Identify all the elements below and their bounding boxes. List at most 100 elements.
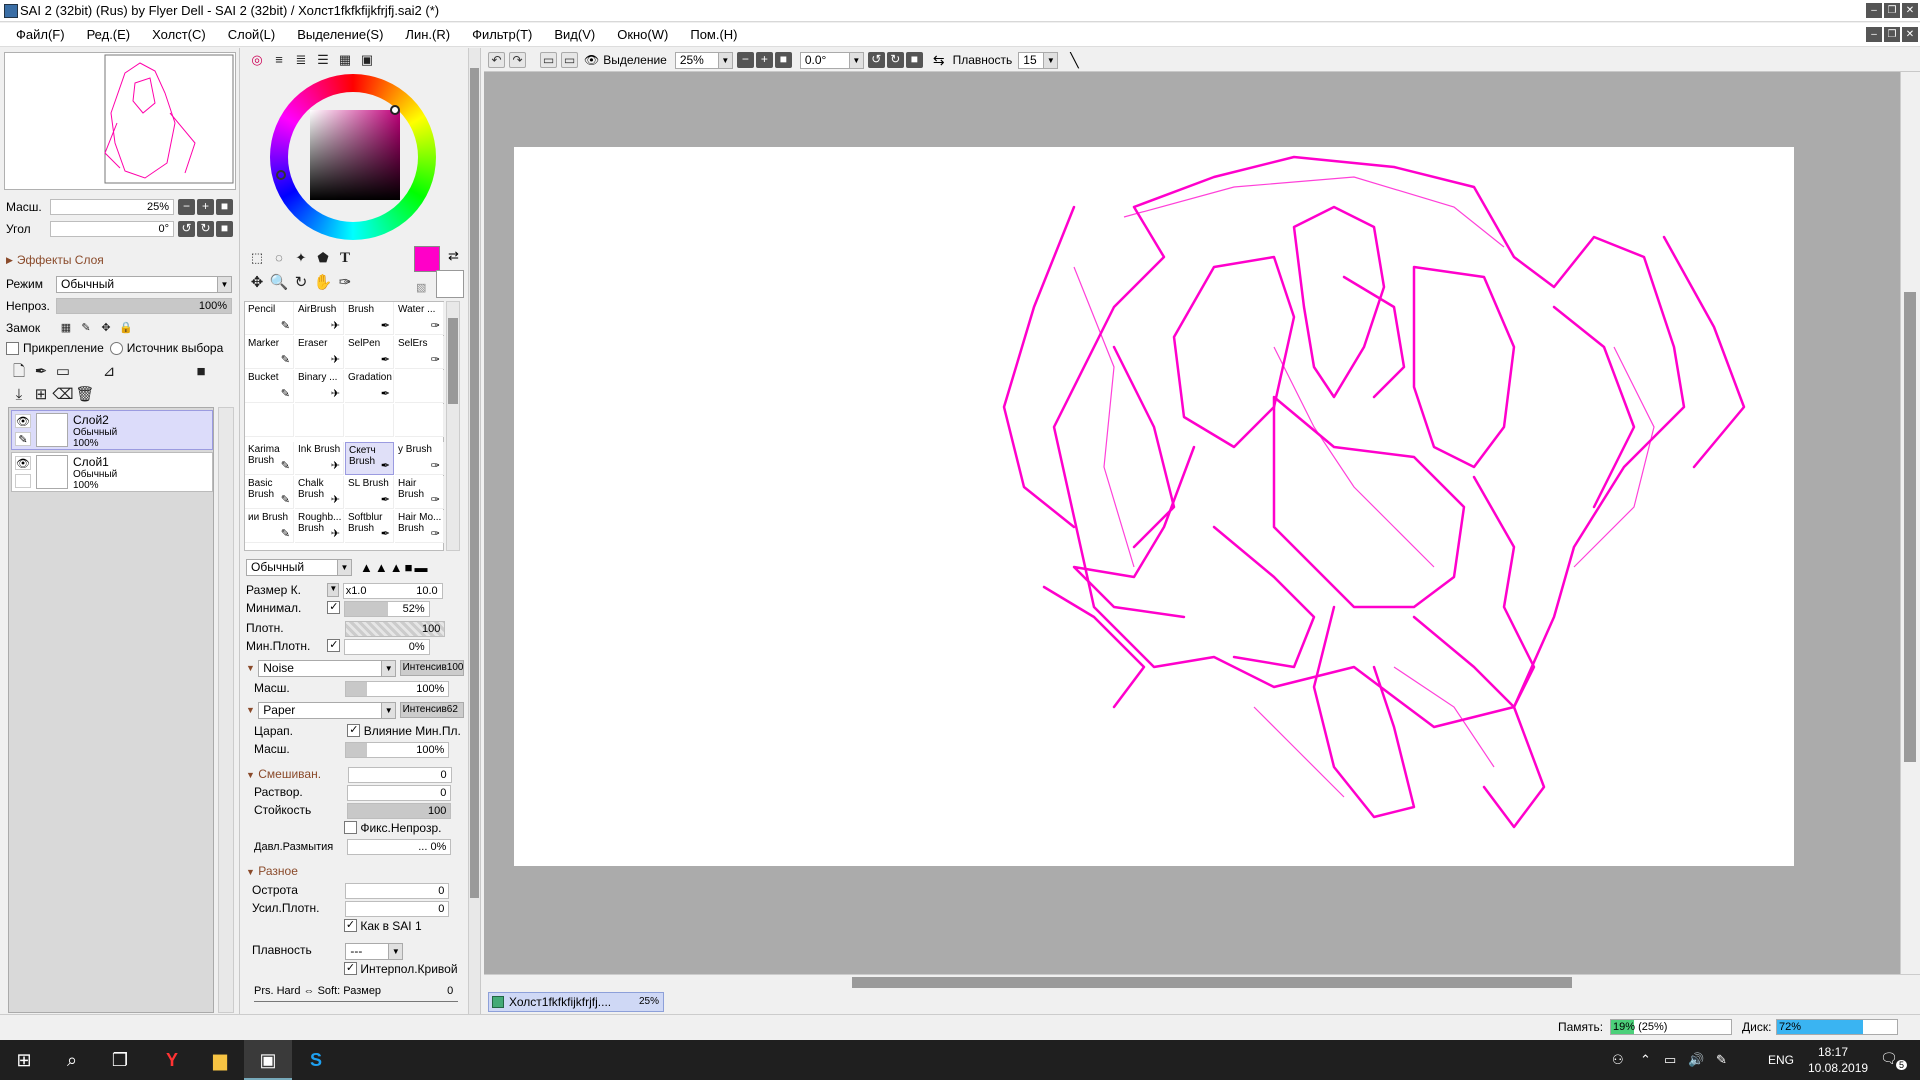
mask-icon[interactable]: ■ [190, 361, 212, 383]
clock-time[interactable]: 18:17 [1818, 1045, 1848, 1059]
tool-panel-scrollbar[interactable] [468, 48, 480, 1014]
brush-grid-scrollbar[interactable] [446, 301, 460, 551]
layer-row[interactable]: 👁 Слой1 Обычный 100% [11, 452, 213, 492]
shape-icon[interactable]: ⬟ [312, 247, 334, 269]
menu-ruler[interactable]: Лин.(R) [405, 27, 450, 42]
sai-app-icon[interactable]: ▣ [244, 1040, 292, 1080]
palette-tab-icon[interactable]: ☰ [312, 49, 334, 71]
ruler-layer-icon[interactable]: ⊿ [98, 361, 120, 383]
minimize-icon[interactable]: – [1866, 3, 1882, 18]
task-view-icon[interactable]: ❐ [96, 1040, 144, 1080]
clock-date[interactable]: 10.08.2019 [1808, 1061, 1868, 1075]
brush-slot[interactable]: Gradation ✒ [345, 370, 394, 403]
rect-select-icon[interactable]: ⬚ [246, 247, 268, 269]
eye-icon[interactable]: 👁 [15, 414, 31, 428]
min-size-slider[interactable]: 52% [343, 601, 430, 617]
brush-size-slider[interactable]: x1.0 10.0 [342, 583, 443, 599]
collapse-triangle-icon[interactable]: ▼ [246, 705, 255, 715]
menu-window[interactable]: Окно(W) [617, 27, 668, 42]
brush-slot[interactable]: Chalk Brush ✈ [295, 476, 344, 509]
undo-icon[interactable]: ↶ [488, 52, 505, 68]
flip-horizontal-icon[interactable]: ⇆ [933, 52, 945, 69]
lock-move-icon[interactable]: ✥ [96, 317, 116, 339]
paper-scale-slider[interactable]: 100% [345, 742, 450, 758]
brush-slot[interactable]: Скетч Brush ✒ [345, 442, 394, 475]
brush-slot[interactable]: Ink Brush ✈ [295, 442, 344, 475]
zoom-tool-icon[interactable]: 🔍 [268, 272, 290, 294]
density-boost-slider[interactable]: 0 [345, 901, 450, 917]
new-folder-icon[interactable]: ▭ [52, 361, 74, 383]
zoom-reset-button[interactable]: ■ [774, 52, 792, 68]
new-layer-icon[interactable]: 🗋 [8, 361, 30, 383]
stabilizer-select[interactable]: 15 ▼ [1018, 51, 1059, 69]
eyedropper-icon[interactable]: ✑ [334, 272, 356, 294]
rotate-right-button[interactable]: ↻ [886, 52, 904, 68]
rgb-slider-tab-icon[interactable]: ≡ [268, 49, 290, 71]
noise-scale-slider[interactable]: 100% [345, 681, 450, 697]
yandex-browser-icon[interactable]: Y [148, 1040, 196, 1080]
lock-all-icon[interactable]: 🔒 [116, 317, 136, 339]
chevron-down-icon[interactable]: ▼ [327, 583, 340, 597]
brush-slot[interactable]: Marker ✎ [245, 336, 294, 369]
brush-slot[interactable]: SelErs ✑ [395, 336, 444, 369]
brush-slot[interactable]: Pencil ✎ [245, 302, 294, 335]
eye-icon[interactable]: 👁 [584, 53, 599, 67]
text-tool-icon[interactable]: T [334, 247, 356, 269]
menu-edit[interactable]: Ред.(E) [87, 27, 131, 42]
lock-paint-icon[interactable]: ✎ [76, 317, 96, 339]
pen-tray-icon[interactable]: ✎ [1716, 1052, 1727, 1068]
rotate-left-button[interactable]: ↺ [178, 221, 195, 237]
brush-slot[interactable]: Bucket ✎ [245, 370, 294, 403]
brush-slot[interactable]: Hair Brush ✑ [395, 476, 444, 509]
min-density-slider[interactable]: 0% [343, 639, 430, 655]
primary-color-swatch[interactable] [414, 246, 440, 272]
noise-intensity-field[interactable]: Интенсив100 [399, 660, 464, 676]
eye-icon[interactable]: 👁 [15, 456, 31, 470]
menu-filter[interactable]: Фильтр(T) [472, 27, 532, 42]
hsv-slider-tab-icon[interactable]: ≣ [290, 49, 312, 71]
sharpness-slider[interactable]: 0 [345, 883, 450, 899]
chevron-up-icon[interactable]: ⌃ [1640, 1052, 1651, 1068]
rotate-tool-icon[interactable]: ↻ [290, 272, 312, 294]
menu-layer[interactable]: Слой(L) [228, 27, 276, 42]
angle-select[interactable]: 0.0° ▼ [799, 51, 864, 69]
close-icon[interactable]: ✕ [1902, 3, 1918, 18]
swatches-tab-icon[interactable]: ▦ [334, 49, 356, 71]
paper-texture-select[interactable]: Paper ▼ [258, 702, 397, 719]
brush-slot[interactable]: Binary ... ✈ [295, 370, 344, 403]
redo-icon[interactable]: ↷ [509, 52, 526, 68]
menu-selection[interactable]: Выделение(S) [297, 27, 383, 42]
hand-tool-icon[interactable]: ✋ [312, 272, 334, 294]
brush-slot[interactable]: SL Brush ✒ [345, 476, 394, 509]
collapse-triangle-icon[interactable]: ▼ [246, 663, 255, 673]
saturation-value-square[interactable] [310, 110, 400, 200]
menu-file[interactable]: Файл(F) [16, 27, 65, 42]
doc-close-icon[interactable]: ✕ [1902, 27, 1918, 42]
new-pen-layer-icon[interactable]: ✒ [30, 361, 52, 383]
restore-icon[interactable]: ❐ [1884, 3, 1900, 18]
search-icon[interactable]: ⌕ [48, 1040, 96, 1080]
angle-slider[interactable]: 0° [50, 221, 174, 237]
line-tool-icon[interactable]: ╲ [1070, 52, 1078, 69]
min-density-checkbox[interactable]: ✓ [327, 639, 341, 652]
keep-opacity-checkbox[interactable] [344, 821, 357, 834]
merge-down-icon[interactable]: ⤓ [8, 384, 30, 406]
document-tab[interactable]: Холст1fkfkfijkfrjfj.... 25% [488, 992, 664, 1012]
lasso-icon[interactable]: ◌ [268, 247, 290, 269]
transparent-color-icon[interactable]: ▧ [416, 281, 426, 294]
blend-mode-select[interactable]: Обычный ▼ [56, 275, 232, 293]
move-icon[interactable]: ✥ [246, 272, 268, 294]
windows-start-icon[interactable]: ⊞ [0, 1040, 48, 1080]
lock-transparency-icon[interactable]: ▦ [56, 317, 76, 339]
zoom-select[interactable]: 25% ▼ [674, 51, 733, 69]
magic-wand-icon[interactable]: ✦ [290, 247, 312, 269]
color-wheel-tab-icon[interactable]: ◎ [246, 49, 268, 71]
brush-slot[interactable]: Hair Mo... Brush ✑ [395, 510, 444, 543]
add-layer-icon[interactable]: ⊞ [30, 384, 52, 406]
brush-slot[interactable]: Water ... ✑ [395, 302, 444, 335]
navigator-preview[interactable] [4, 52, 236, 190]
brush-slot[interactable]: Brush ✒ [345, 302, 394, 335]
rotate-left-button[interactable]: ↺ [867, 52, 885, 68]
zoom-out-button[interactable]: − [178, 199, 195, 215]
language-indicator[interactable]: ENG [1768, 1053, 1794, 1067]
